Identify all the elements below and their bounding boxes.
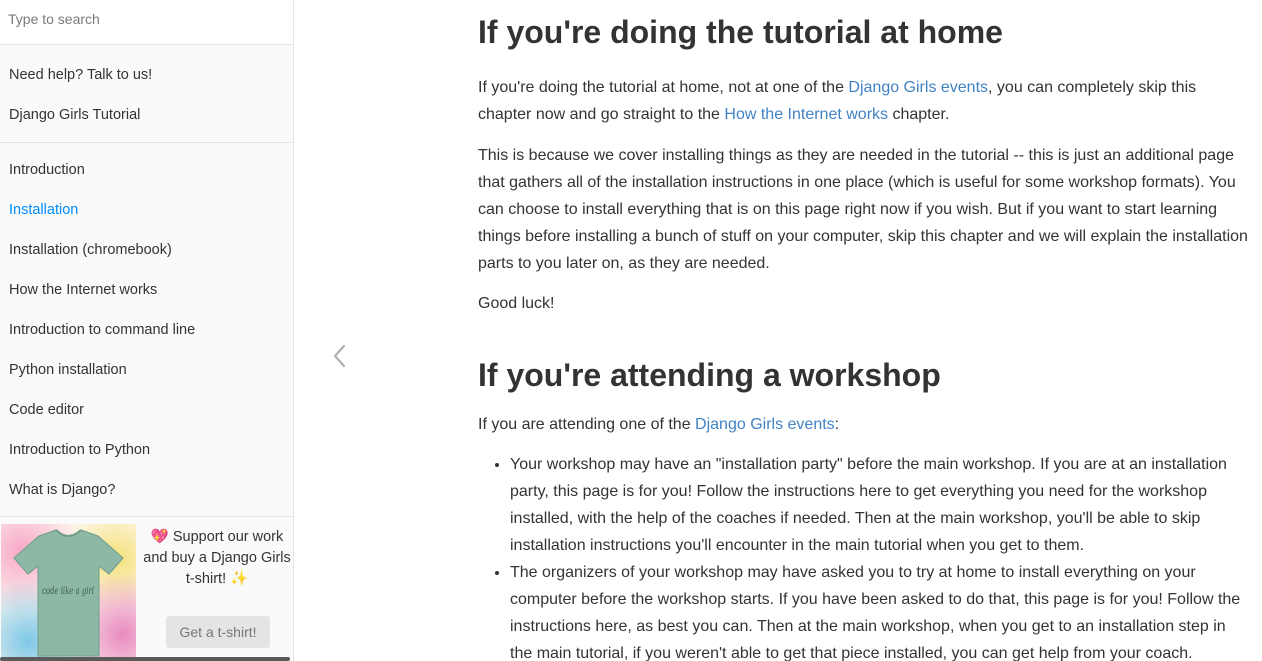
text-fragment: If you're doing the tutorial at home, no… <box>478 79 849 96</box>
paragraph-attending-intro: If you are attending one of the Django G… <box>478 411 1248 438</box>
heading-tutorial-at-home: If you're doing the tutorial at home <box>478 14 1003 50</box>
horizontal-scrollbar[interactable] <box>0 657 290 661</box>
search-bar <box>0 0 293 45</box>
sidebar-item-how-the-internet-works[interactable]: How the Internet works <box>0 270 293 310</box>
sidebar-item-python-installation[interactable]: Python installation <box>0 350 293 390</box>
text-fragment: If you are attending one of the <box>478 416 696 433</box>
text-fragment: : <box>834 416 840 433</box>
tshirt-image[interactable]: code like a girl <box>1 524 136 661</box>
chevron-left-icon[interactable] <box>330 340 350 372</box>
link-django-girls-events[interactable]: Django Girls events <box>848 79 988 96</box>
main-content: If you're doing the tutorial at home If … <box>478 0 1248 661</box>
promo-text: 💖 Support our work and buy a Django Girl… <box>143 529 291 587</box>
sidebar-item-installation[interactable]: Installation <box>0 190 293 230</box>
paragraph-at-home-intro: If you're doing the tutorial at home, no… <box>478 74 1248 128</box>
tshirt-print-text: code like a girl <box>42 586 94 597</box>
sidebar-item-need-help[interactable]: Need help? Talk to us! <box>0 55 293 95</box>
sidebar-item-intro-to-python[interactable]: Introduction to Python <box>0 430 293 470</box>
heading-attending-workshop: If you're attending a workshop <box>478 357 941 393</box>
sidebar-item-introduction[interactable]: Introduction <box>0 150 293 190</box>
list-item: Your workshop may have an "installation … <box>510 451 1248 559</box>
paragraph-good-luck: Good luck! <box>478 295 555 312</box>
sidebar-item-installation-chromebook[interactable]: Installation (chromebook) <box>0 230 293 270</box>
get-tshirt-button[interactable]: Get a t-shirt! <box>166 616 270 648</box>
sidebar-chapters: Introduction Installation Installation (… <box>0 143 293 510</box>
paragraph-why-install: This is because we cover installing thin… <box>478 147 1248 272</box>
link-django-girls-events-2[interactable]: Django Girls events <box>695 416 835 433</box>
workshop-list: Your workshop may have an "installation … <box>478 451 1248 661</box>
sidebar-top-links: Need help? Talk to us! Django Girls Tuto… <box>0 45 293 143</box>
text-fragment: chapter. <box>888 106 950 123</box>
sidebar-item-django-girls-tutorial[interactable]: Django Girls Tutorial <box>0 95 293 135</box>
search-input[interactable] <box>0 0 288 38</box>
sidebar-item-what-is-django[interactable]: What is Django? <box>0 470 293 510</box>
sidebar-item-code-editor[interactable]: Code editor <box>0 390 293 430</box>
list-item: The organizers of your workshop may have… <box>510 559 1248 661</box>
sidebar-item-intro-command-line[interactable]: Introduction to command line <box>0 310 293 350</box>
sidebar: Need help? Talk to us! Django Girls Tuto… <box>0 0 294 661</box>
tshirt-promo: code like a girl 💖 Support our work and … <box>0 516 293 661</box>
link-how-the-internet-works[interactable]: How the Internet works <box>724 106 888 123</box>
